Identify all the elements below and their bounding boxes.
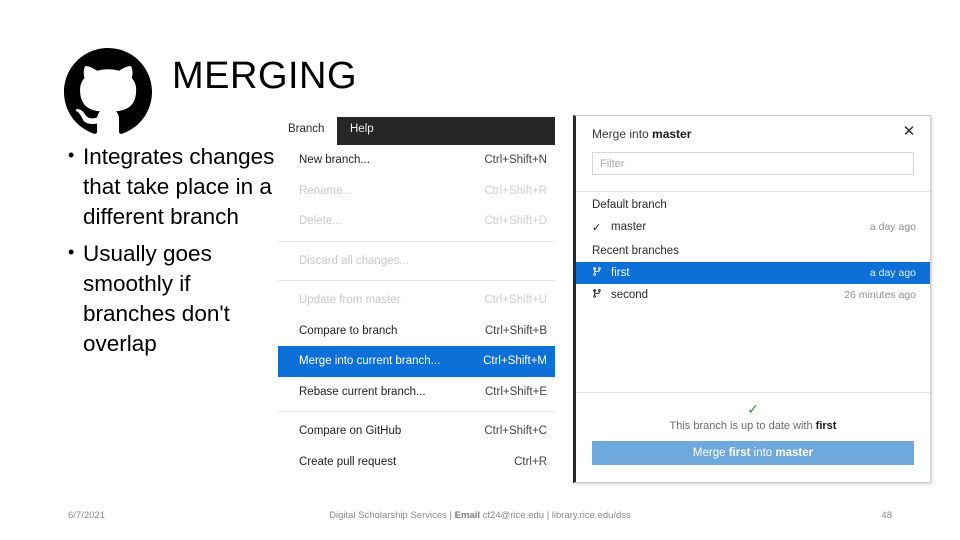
- menu-item-shortcut: Ctrl+Shift+U: [484, 294, 547, 307]
- menu-separator: [278, 240, 555, 242]
- github-octocat-logo: [64, 48, 152, 136]
- branch-name: second: [611, 289, 649, 301]
- menu-item-label: Compare to branch: [299, 324, 398, 337]
- branch-name: master: [611, 221, 647, 233]
- menu-item-compare-on-github[interactable]: Compare on GitHub Ctrl+Shift+C: [278, 416, 555, 447]
- check-icon: ✓: [592, 221, 602, 234]
- menu-item-shortcut: Ctrl+R: [514, 455, 547, 468]
- menubar-item-help[interactable]: Help: [337, 117, 555, 145]
- status-text-branch: first: [815, 420, 837, 432]
- menu-item-new-branch[interactable]: New branch... Ctrl+Shift+N: [278, 145, 555, 176]
- dialog-title: Merge into master: [592, 127, 691, 141]
- menu-item-shortcut: Ctrl+Shift+E: [485, 385, 547, 398]
- branch-row-master[interactable]: ✓ master a day ago: [576, 216, 930, 238]
- menu-item-label: Update from master: [299, 294, 401, 307]
- menubar: Branch Help: [278, 117, 555, 145]
- menu-separator: [278, 280, 555, 281]
- status-text: This branch is up to date with first: [592, 420, 914, 432]
- footer-credit-prefix: Digital Scholarship Services |: [329, 510, 455, 521]
- dialog-title-branch: master: [652, 127, 692, 141]
- branch-row-second[interactable]: second 26 minutes ago: [576, 284, 930, 306]
- menu-item-create-pull-request[interactable]: Create pull request Ctrl+R: [278, 447, 555, 478]
- status-text-prefix: This branch is up to date with: [669, 420, 816, 432]
- branch-menu-screenshot: Branch Help New branch... Ctrl+Shift+N R…: [278, 117, 555, 483]
- footer-credit: Digital Scholarship Services | Email cf2…: [0, 510, 960, 521]
- menu-item-rename: Rename... Ctrl+Shift+R: [278, 176, 555, 207]
- menu-item-label: Rename...: [299, 184, 353, 197]
- merge-into-master-dialog: Merge into master ✕ Default branch ✓ mas…: [573, 115, 931, 483]
- branch-name: first: [611, 267, 630, 279]
- dialog-title-prefix: Merge into: [592, 127, 653, 141]
- menu-item-rebase-current-branch[interactable]: Rebase current branch... Ctrl+Shift+E: [278, 377, 555, 408]
- menu-item-delete: Delete... Ctrl+Shift+D: [278, 206, 555, 237]
- menu-item-shortcut: Ctrl+Shift+C: [484, 425, 547, 438]
- menu-item-update-from-master: Update from master Ctrl+Shift+U: [278, 285, 555, 316]
- default-branch-group-label: Default branch: [592, 199, 667, 211]
- branch-timestamp: 26 minutes ago: [844, 289, 916, 301]
- menubar-item-branch[interactable]: Branch: [288, 123, 324, 135]
- page-title: MERGING: [172, 55, 358, 97]
- list-item: • Integrates changes that take place in …: [68, 142, 288, 232]
- bullet-dot-icon: •: [68, 241, 75, 262]
- branch-icon: [592, 288, 611, 302]
- merge-button-prefix: Merge: [692, 447, 729, 459]
- merge-button-middle: into: [750, 447, 776, 459]
- menubar-item-help-label: Help: [350, 123, 374, 135]
- menu-item-discard-all-changes: Discard all changes...: [278, 246, 555, 277]
- bullet-text: Integrates changes that take place in a …: [83, 144, 275, 229]
- menu-item-shortcut: Ctrl+Shift+M: [483, 355, 547, 368]
- recent-branches-group-label: Recent branches: [592, 245, 679, 257]
- menu-item-compare-to-branch[interactable]: Compare to branch Ctrl+Shift+B: [278, 316, 555, 347]
- branch-row-first[interactable]: first a day ago: [576, 262, 930, 284]
- bullet-dot-icon: •: [68, 145, 75, 165]
- menu-item-shortcut: Ctrl+Shift+N: [484, 154, 547, 167]
- branch-timestamp: a day ago: [869, 221, 916, 233]
- filter-input[interactable]: [592, 152, 914, 175]
- check-icon: ✓: [747, 401, 759, 417]
- menu-item-shortcut: Ctrl+Shift+D: [484, 215, 547, 228]
- menu-item-label: New branch...: [299, 154, 370, 167]
- menu-item-shortcut: Ctrl+Shift+B: [485, 324, 547, 337]
- footer-credit-suffix: cf24@rice.edu | library.rice.edu/dss: [480, 510, 631, 521]
- footer-credit-email-label: Email: [454, 510, 481, 521]
- menu-item-label: Delete...: [299, 215, 342, 228]
- menu-item-label: Create pull request: [299, 455, 397, 468]
- close-icon[interactable]: ✕: [900, 123, 918, 141]
- merge-button-source: first: [728, 447, 751, 459]
- menu-item-shortcut: Ctrl+Shift+R: [484, 184, 547, 197]
- footer-page-number: 48: [881, 510, 892, 521]
- dialog-footer: ✓ This branch is up to date with first M…: [576, 392, 930, 465]
- bullet-text: Usually goes smoothly if branches don't …: [83, 240, 230, 356]
- menu-item-label: Rebase current branch...: [299, 385, 426, 398]
- dialog-header: Merge into master ✕: [576, 116, 930, 192]
- branch-list-empty-space: [576, 306, 930, 392]
- branch-icon: [592, 266, 611, 280]
- menu-item-label: Compare on GitHub: [299, 425, 402, 438]
- slide-footer: 6/7/2021 Digital Scholarship Services | …: [0, 510, 960, 526]
- list-item: • Usually goes smoothly if branches don'…: [68, 239, 288, 359]
- menu-item-merge-into-current-branch[interactable]: Merge into current branch... Ctrl+Shift+…: [278, 346, 555, 377]
- merge-button-target: master: [775, 447, 814, 459]
- branch-timestamp: a day ago: [869, 267, 916, 279]
- menu-separator: [278, 411, 555, 412]
- merge-button[interactable]: Merge first into master: [592, 441, 914, 465]
- bullet-list: • Integrates changes that take place in …: [68, 142, 288, 365]
- menu-item-label: Merge into current branch...: [299, 355, 441, 368]
- menu-item-label: Discard all changes...: [299, 254, 409, 267]
